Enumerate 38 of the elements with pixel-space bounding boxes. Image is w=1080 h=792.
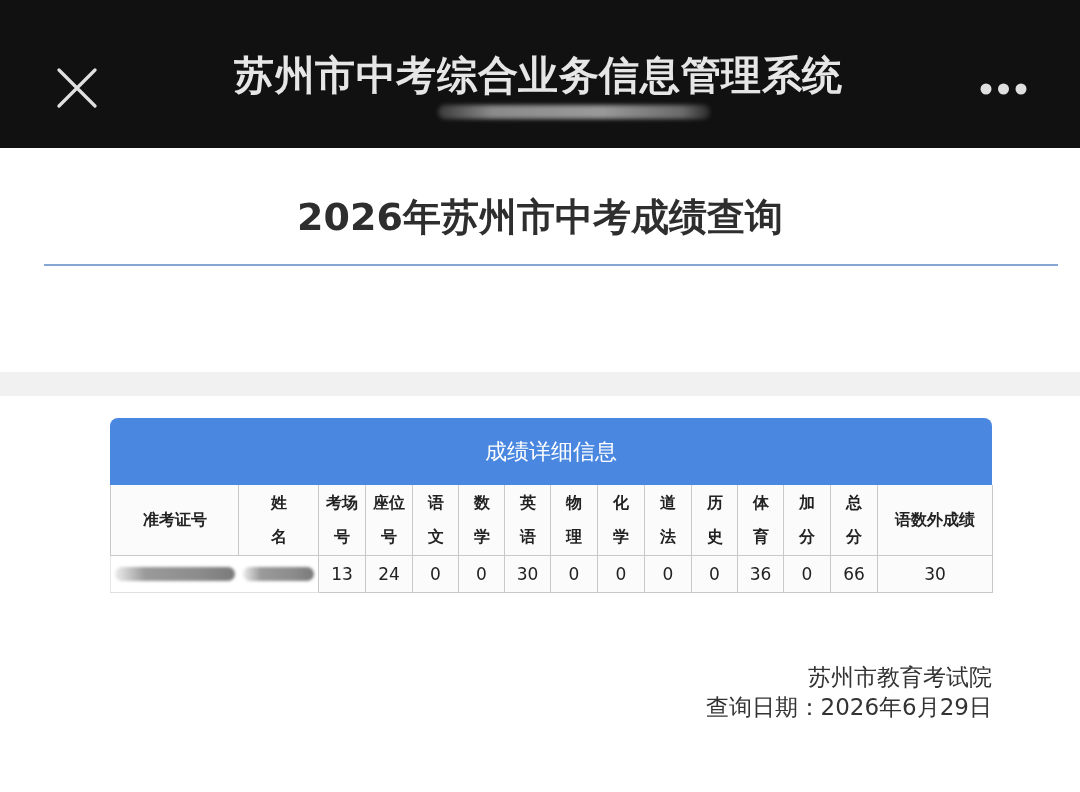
issuer-text: 苏州市教育考试院 — [808, 663, 992, 692]
column-header: 英语 — [504, 485, 551, 556]
column-header: 准考证号 — [110, 485, 239, 556]
page-title: 2026年苏州市中考成绩查询 — [296, 194, 784, 240]
column-header: 数学 — [458, 485, 505, 556]
table-cell: 0 — [550, 555, 598, 593]
app-title: 苏州市中考综合业务信息管理系统 — [234, 51, 843, 99]
table-cell: 0 — [644, 555, 692, 593]
table-cell: 30 — [877, 555, 993, 593]
column-header: 座位号 — [365, 485, 413, 556]
table-caption: 成绩详细信息 — [110, 418, 992, 485]
column-header: 物理 — [550, 485, 598, 556]
column-header: 语文 — [412, 485, 459, 556]
more-button[interactable] — [980, 83, 1027, 95]
table-cell: 66 — [830, 555, 878, 593]
close-icon — [57, 68, 97, 108]
column-header: 体育 — [737, 485, 784, 556]
column-header: 道法 — [644, 485, 692, 556]
table-cell: 13 — [318, 555, 366, 593]
table-cell: 0 — [691, 555, 738, 593]
column-header: 考场号 — [318, 485, 366, 556]
column-header: 总分 — [830, 485, 878, 556]
table-cell: 0 — [597, 555, 645, 593]
column-header: 历史 — [691, 485, 738, 556]
table-cell: 0 — [458, 555, 505, 593]
more-icon — [980, 83, 1027, 95]
column-header: 姓名 — [238, 485, 319, 556]
table-cell: 36 — [737, 555, 784, 593]
table-cell: 30 — [504, 555, 551, 593]
column-header: 加分 — [783, 485, 831, 556]
table-cell: 24 — [365, 555, 413, 593]
redacted-blur — [242, 567, 314, 581]
table-cell: 0 — [412, 555, 459, 593]
column-header: 语数外成绩 — [877, 485, 993, 556]
close-button[interactable] — [57, 68, 97, 108]
table-cell: 0 — [783, 555, 831, 593]
query-date: 查询日期：2026年6月29日 — [705, 693, 992, 722]
column-header: 化学 — [597, 485, 645, 556]
